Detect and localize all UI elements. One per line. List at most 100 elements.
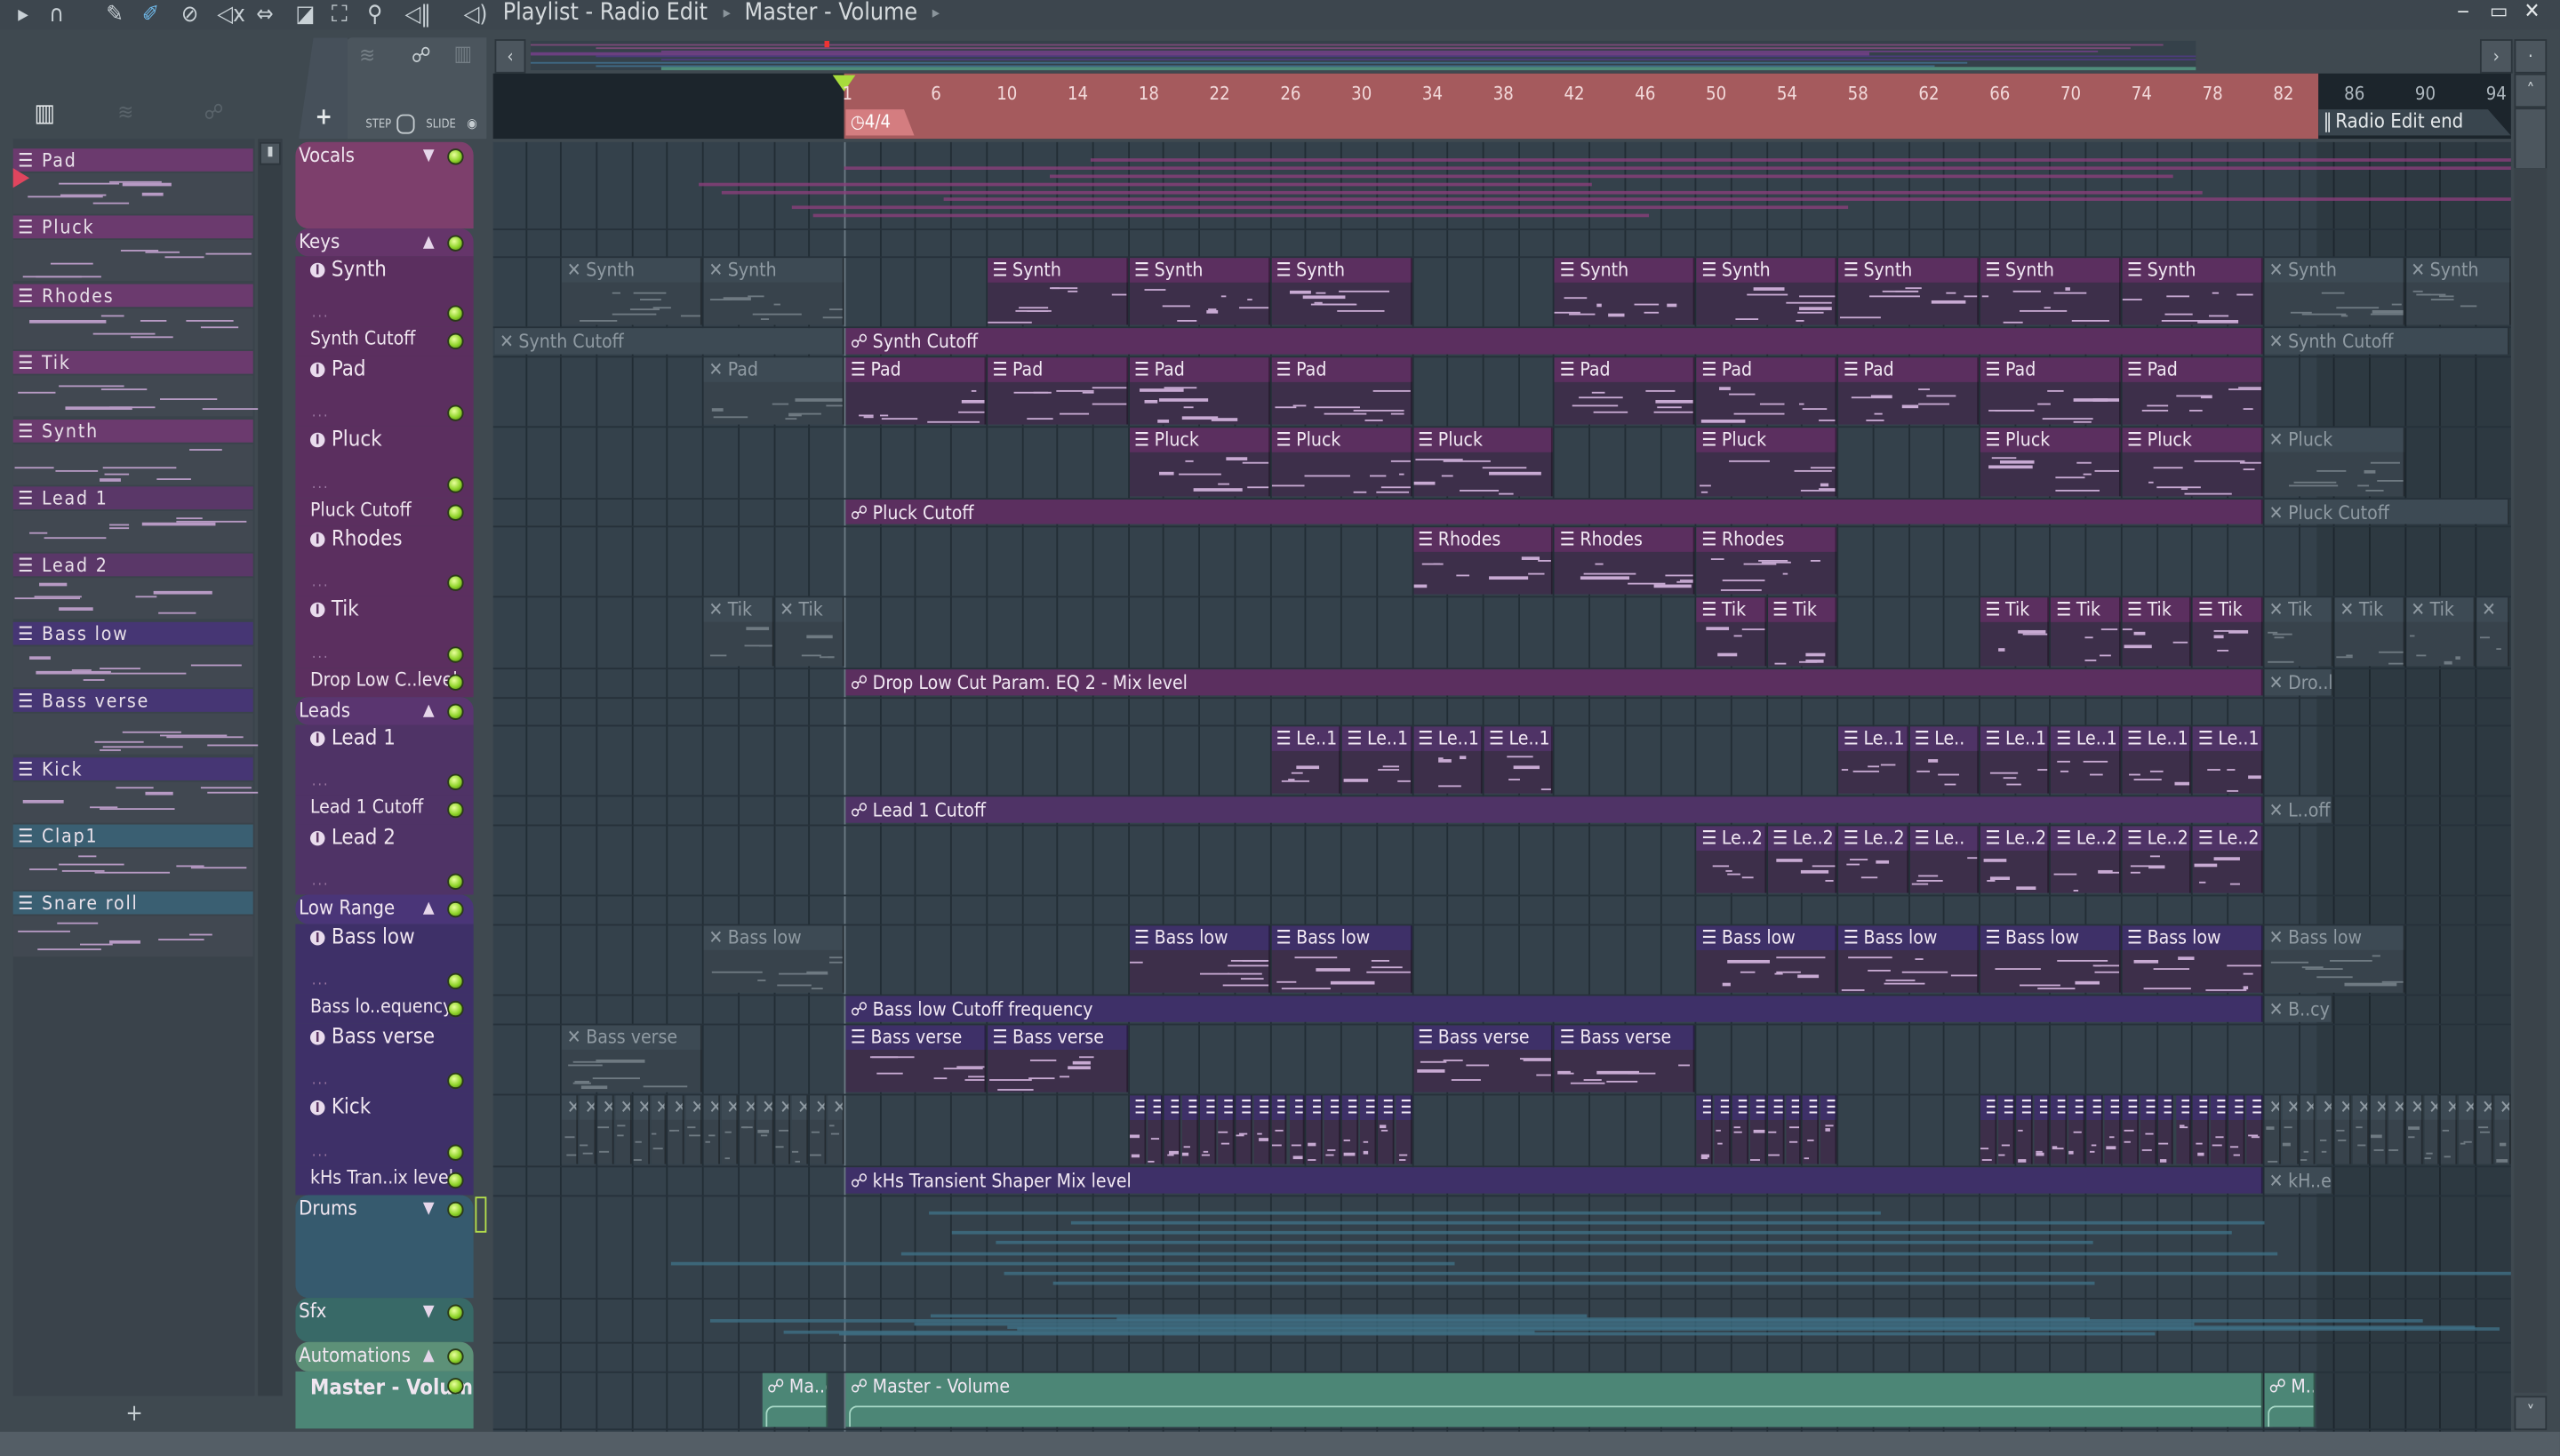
pattern-clip[interactable]: ☰ Le..2 bbox=[1696, 826, 1766, 893]
pattern-clip[interactable]: ☰ Le..1 bbox=[1980, 726, 2050, 794]
pattern-clip[interactable]: ☰ Le..1 bbox=[2122, 726, 2192, 794]
slide-toggle[interactable]: ◉ bbox=[467, 116, 477, 131]
pencil-icon[interactable]: ✎ bbox=[106, 0, 123, 29]
automation-clip[interactable]: ☍ Pluck Cutoff bbox=[845, 500, 2263, 524]
pattern-clip[interactable]: ☰ bbox=[1289, 1095, 1306, 1164]
pattern-picker-item[interactable]: ☰ Clap1 bbox=[12, 824, 253, 891]
track-header[interactable]: Master - Volume bbox=[295, 1371, 474, 1429]
pattern-clip[interactable]: ☰ Le..1 bbox=[1271, 726, 1341, 794]
pattern-clip[interactable]: ☰ Bass verse bbox=[1412, 1025, 1554, 1092]
pattern-clip[interactable]: ✕ bbox=[597, 1095, 614, 1164]
track-enable-led[interactable] bbox=[447, 1072, 464, 1090]
pattern-clip[interactable]: ✕ bbox=[2316, 1095, 2334, 1164]
track-header[interactable]: Drums ▼ bbox=[295, 1195, 474, 1299]
pattern-picker-item[interactable]: ☰ Lead 1 bbox=[12, 486, 253, 552]
end-marker[interactable]: ‖ Radio Edit end bbox=[2318, 109, 2511, 136]
minimize-button[interactable]: ‒ bbox=[2457, 0, 2469, 26]
pattern-clip[interactable]: ☰ bbox=[1129, 1095, 1146, 1164]
track-header[interactable]: I Kick... bbox=[295, 1093, 474, 1166]
pattern-clip[interactable]: ☰ bbox=[1980, 1095, 1997, 1164]
pattern-clip[interactable]: ☰ bbox=[1732, 1095, 1748, 1164]
automation-clip[interactable]: ✕ B..cy bbox=[2264, 996, 2334, 1022]
pattern-clip[interactable]: ☰ bbox=[1341, 1095, 1359, 1164]
scroll-left-button[interactable]: ‹ bbox=[494, 39, 526, 74]
pattern-clip[interactable]: ☰ Le..2 bbox=[1767, 826, 1837, 893]
pattern-clip[interactable]: ☰ bbox=[2246, 1095, 2263, 1164]
pattern-clip[interactable]: ☰ Pluck bbox=[1129, 428, 1270, 497]
pattern-clip[interactable]: ☰ Synth bbox=[1696, 258, 1837, 325]
track-selection-box[interactable] bbox=[475, 1196, 487, 1233]
pattern-clip[interactable]: ☰ Bass low bbox=[1838, 925, 1980, 993]
pattern-picker-item[interactable]: ☰ Pad bbox=[12, 148, 253, 214]
pattern-clip[interactable]: ☰ bbox=[2140, 1095, 2156, 1164]
pattern-clip[interactable]: ☰ bbox=[2228, 1095, 2245, 1164]
pattern-clip[interactable]: ☰ Pluck bbox=[1980, 428, 2121, 497]
pattern-clip[interactable]: ☰ bbox=[1253, 1095, 1270, 1164]
pattern-clip[interactable]: ☰ Le..1 bbox=[2051, 726, 2121, 794]
track-enable-led[interactable] bbox=[447, 1144, 464, 1161]
pattern-clip[interactable]: ☰ Le..2 bbox=[2122, 826, 2192, 893]
automation-clip[interactable]: ☍Ma..e bbox=[762, 1372, 828, 1428]
pattern-clip[interactable]: ☰ bbox=[1200, 1095, 1217, 1164]
pattern-clip[interactable]: ☰ bbox=[1359, 1095, 1376, 1164]
track-enable-led[interactable] bbox=[447, 504, 464, 521]
track-header[interactable]: Lead 1 Cutoff bbox=[295, 795, 474, 825]
more-options-icon[interactable]: ... bbox=[312, 305, 330, 321]
pattern-clip[interactable]: ☰ bbox=[2122, 1095, 2139, 1164]
pattern-clip[interactable]: ☰ Synth bbox=[1838, 258, 1980, 325]
automation-clip[interactable]: ✕ L..off bbox=[2264, 796, 2334, 823]
pattern-clip[interactable]: ✕ Tik bbox=[774, 597, 844, 667]
timeline-ruler[interactable]: ◷4/4 ‖ Radio Edit end 1 6 10 14 18 22 26 30 34 38 4… bbox=[492, 73, 2511, 140]
pattern-clip[interactable]: ✕ bbox=[2423, 1095, 2440, 1164]
pattern-clip[interactable]: ☰ Le.. bbox=[1909, 726, 1980, 794]
pattern-clip[interactable]: ☰ Pad bbox=[2122, 357, 2263, 425]
pattern-clip[interactable]: ☰ Tik bbox=[2051, 597, 2121, 667]
track-enable-led[interactable] bbox=[447, 1348, 464, 1365]
vertical-scrollbar-thumb[interactable] bbox=[2514, 108, 2548, 171]
track-header[interactable]: Sfx ▼ bbox=[295, 1298, 474, 1342]
track-enable-led[interactable] bbox=[447, 1304, 464, 1321]
pattern-clip[interactable]: ✕ bbox=[2405, 1095, 2422, 1164]
pattern-clip[interactable]: ☰ Bass verse bbox=[1555, 1025, 1695, 1092]
pattern-clip[interactable]: ☰ Synth bbox=[2122, 258, 2263, 325]
more-options-icon[interactable]: ... bbox=[312, 774, 330, 790]
pattern-clip[interactable]: ☰ bbox=[2086, 1095, 2103, 1164]
track-enable-led[interactable] bbox=[447, 1378, 464, 1395]
pattern-clip[interactable]: ☰ Bass low bbox=[2122, 925, 2263, 993]
collapse-toggle-icon[interactable]: ▲ bbox=[423, 702, 435, 720]
track-enable-led[interactable] bbox=[447, 235, 464, 252]
pattern-clip[interactable]: ✕ bbox=[2494, 1095, 2511, 1164]
close-button[interactable]: ✕ bbox=[2524, 0, 2540, 26]
pattern-clip[interactable]: ✕ bbox=[703, 1095, 720, 1164]
scroll-right-button[interactable]: › bbox=[2479, 39, 2513, 74]
breadcrumb[interactable]: Master - Volume bbox=[745, 0, 918, 28]
piano-roll-icon[interactable]: ▥ bbox=[454, 43, 472, 68]
track-header[interactable]: I Lead 2... bbox=[295, 824, 474, 895]
pattern-clip[interactable]: ☰ Le..1 bbox=[1838, 726, 1908, 794]
pattern-clip[interactable]: ☰ bbox=[2175, 1095, 2192, 1164]
automation-clip[interactable]: ☍ Bass low Cutoff frequency bbox=[845, 996, 2263, 1022]
more-options-icon[interactable]: ... bbox=[312, 973, 330, 989]
pattern-clip[interactable]: ☰ bbox=[2211, 1095, 2228, 1164]
pattern-clip[interactable]: ☰ bbox=[1395, 1095, 1412, 1164]
track-enable-led[interactable] bbox=[447, 703, 464, 720]
collapse-toggle-icon[interactable]: ▲ bbox=[423, 1347, 435, 1364]
pattern-clip[interactable]: ☰ Tik bbox=[2193, 597, 2263, 667]
pattern-picker-item[interactable]: ☰ Bass verse bbox=[12, 689, 265, 755]
pattern-clip[interactable]: ✕ bbox=[2264, 1095, 2281, 1164]
track-enable-led[interactable] bbox=[447, 305, 464, 322]
pattern-clip[interactable]: ☰ bbox=[1236, 1095, 1252, 1164]
track-enable-led[interactable] bbox=[447, 1172, 464, 1189]
pattern-clip[interactable]: ☰ Le..1 bbox=[1484, 726, 1554, 794]
automation-clip[interactable]: ✕ Synth Cutoff bbox=[494, 328, 844, 355]
pattern-clip[interactable]: ☰ Tik bbox=[1980, 597, 2050, 667]
pattern-clip[interactable]: ☰ bbox=[2157, 1095, 2174, 1164]
pattern-picker-item[interactable]: ☰ Synth bbox=[12, 419, 253, 484]
pattern-clip[interactable]: ✕ bbox=[580, 1095, 596, 1164]
slip-icon[interactable]: ⇔ bbox=[256, 0, 273, 29]
more-options-icon[interactable]: ... bbox=[312, 1073, 330, 1089]
magnet-icon[interactable]: ∩ bbox=[49, 0, 64, 29]
pattern-clip[interactable]: ✕ bbox=[2388, 1095, 2404, 1164]
mute-icon[interactable]: ◁x bbox=[217, 0, 244, 29]
pattern-clip[interactable]: ☰ bbox=[1696, 1095, 1713, 1164]
